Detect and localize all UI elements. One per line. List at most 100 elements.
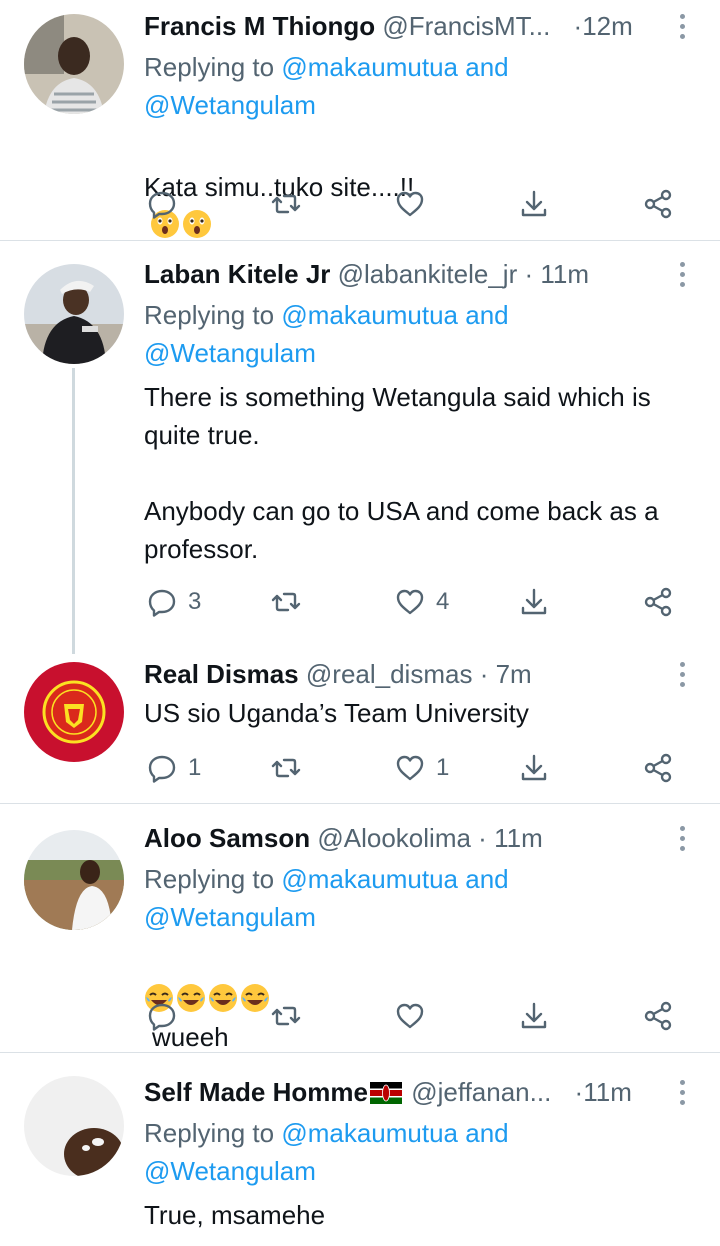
tweet-header: Francis M Thiongo @FrancisMT... ·12m xyxy=(144,8,660,44)
share-icon xyxy=(644,189,672,219)
user-handle[interactable]: @real_dismas xyxy=(306,659,473,689)
avatar[interactable] xyxy=(24,264,124,364)
tweet-header: Real Dismas @real_dismas · 7m xyxy=(144,656,660,692)
replying-prefix: Replying to xyxy=(144,300,275,330)
mention-link[interactable]: @makaumutua xyxy=(281,300,458,330)
like-icon xyxy=(396,1003,424,1029)
mention-link[interactable]: @Wetangulam xyxy=(144,902,316,932)
mention-link[interactable]: @makaumutua xyxy=(281,1118,458,1148)
more-options-icon[interactable] xyxy=(672,256,692,292)
user-handle[interactable]: @jeffanan... xyxy=(411,1077,551,1107)
like-icon xyxy=(396,589,424,615)
like-button[interactable] xyxy=(394,996,436,1036)
display-name[interactable]: Laban Kitele Jr xyxy=(144,259,330,289)
reply-button[interactable] xyxy=(146,996,188,1036)
replying-prefix: Replying to xyxy=(144,1118,275,1148)
reply-button[interactable] xyxy=(146,184,188,224)
tweet-actions xyxy=(144,184,704,224)
display-name[interactable]: Francis M Thiongo xyxy=(144,11,375,41)
avatar[interactable] xyxy=(24,14,124,114)
tweet-header: Laban Kitele Jr @labankitele_jr · 11m xyxy=(144,256,660,292)
separator-dot: · xyxy=(478,823,487,853)
bookmark-download-icon xyxy=(521,754,547,781)
separator-dot: · xyxy=(573,11,583,41)
replying-to: Replying to @makaumutua and @Wetangulam xyxy=(144,860,664,936)
bookmark-download-icon xyxy=(521,1002,547,1029)
like-button[interactable]: 4 xyxy=(394,582,449,622)
bookmark-download-icon xyxy=(521,190,547,217)
tweet-header: Aloo Samson @Alookolima · 11m xyxy=(144,820,660,856)
tweet-laban[interactable]: Laban Kitele Jr @labankitele_jr · 11m Re… xyxy=(0,248,720,648)
like-count: 1 xyxy=(436,754,450,781)
retweet-icon xyxy=(271,194,301,214)
bookmark-download-button[interactable] xyxy=(518,748,550,788)
tweet-real-dismas[interactable]: Real Dismas @real_dismas · 7m US sio Uga… xyxy=(0,656,720,802)
display-name[interactable]: Self Made Homme xyxy=(144,1077,368,1107)
share-button[interactable] xyxy=(642,184,674,224)
replying-prefix: Replying to xyxy=(144,52,275,82)
reply-icon xyxy=(148,1003,176,1031)
tweet-aloo-samson[interactable]: Aloo Samson @Alookolima · 11m Replying t… xyxy=(0,812,720,1052)
display-name[interactable]: Real Dismas xyxy=(144,659,299,689)
retweet-icon xyxy=(271,758,301,778)
reply-button[interactable]: 3 xyxy=(146,582,201,622)
reply-icon xyxy=(148,589,176,617)
replying-and: and xyxy=(465,52,509,82)
mention-link[interactable]: @Wetangulam xyxy=(144,338,316,368)
reply-count: 1 xyxy=(188,754,202,781)
timestamp[interactable]: 7m xyxy=(496,659,532,689)
mention-link[interactable]: @Wetangulam xyxy=(144,1156,316,1186)
like-icon xyxy=(396,191,424,217)
replying-to: Replying to @makaumutua and @Wetangulam xyxy=(144,48,664,124)
replying-prefix: Replying to xyxy=(144,864,275,894)
user-handle[interactable]: @labankitele_jr xyxy=(338,259,518,289)
like-button[interactable]: 1 xyxy=(394,748,449,788)
bookmark-download-button[interactable] xyxy=(518,184,550,224)
more-options-icon[interactable] xyxy=(672,820,692,856)
divider xyxy=(0,240,720,241)
avatar[interactable] xyxy=(24,830,124,930)
timestamp[interactable]: 11m xyxy=(540,259,589,289)
replying-and: and xyxy=(465,300,509,330)
retweet-button[interactable] xyxy=(270,184,302,224)
share-icon xyxy=(644,587,672,617)
share-icon xyxy=(644,1001,672,1031)
divider xyxy=(0,803,720,804)
more-options-icon[interactable] xyxy=(672,1074,692,1110)
user-handle[interactable]: @FrancisMT... xyxy=(382,11,550,41)
replying-to: Replying to @makaumutua and @Wetangulam xyxy=(144,296,664,372)
replying-to: Replying to @makaumutua and @Wetangulam xyxy=(144,1114,664,1190)
tweet-text: True, msamehe xyxy=(144,1200,326,1230)
timestamp[interactable]: 11m xyxy=(583,1077,632,1107)
bookmark-download-icon xyxy=(521,588,547,615)
like-button[interactable] xyxy=(394,184,436,224)
share-button[interactable] xyxy=(642,996,674,1036)
more-options-icon[interactable] xyxy=(672,8,692,44)
mention-link[interactable]: @Wetangulam xyxy=(144,90,316,120)
bookmark-download-button[interactable] xyxy=(518,582,550,622)
more-options-icon[interactable] xyxy=(672,656,692,692)
separator-dot: · xyxy=(574,1077,584,1107)
user-handle[interactable]: @Alookolima xyxy=(317,823,471,853)
share-button[interactable] xyxy=(642,582,674,622)
tweet-francis[interactable]: Francis M Thiongo @FrancisMT... ·12m Rep… xyxy=(0,0,720,240)
mention-link[interactable]: @makaumutua xyxy=(281,52,458,82)
timestamp[interactable]: 12m xyxy=(582,11,633,41)
mention-link[interactable]: @makaumutua xyxy=(281,864,458,894)
replying-and: and xyxy=(465,1118,509,1148)
retweet-button[interactable] xyxy=(270,582,302,622)
reply-icon xyxy=(148,191,176,219)
tweet-self-made-homme[interactable]: Self Made Homme @jeffanan... ·11m Replyi… xyxy=(0,1062,720,1246)
timestamp[interactable]: 11m xyxy=(494,823,543,853)
retweet-button[interactable] xyxy=(270,996,302,1036)
display-name[interactable]: Aloo Samson xyxy=(144,823,310,853)
divider xyxy=(0,1052,720,1053)
retweet-button[interactable] xyxy=(270,748,302,788)
share-button[interactable] xyxy=(642,748,674,788)
bookmark-download-button[interactable] xyxy=(518,996,550,1036)
avatar[interactable] xyxy=(24,1076,124,1176)
tweet-actions: 3 4 xyxy=(144,582,704,622)
avatar[interactable] xyxy=(24,662,124,762)
reply-button[interactable]: 1 xyxy=(146,748,201,788)
like-count: 4 xyxy=(436,588,450,615)
